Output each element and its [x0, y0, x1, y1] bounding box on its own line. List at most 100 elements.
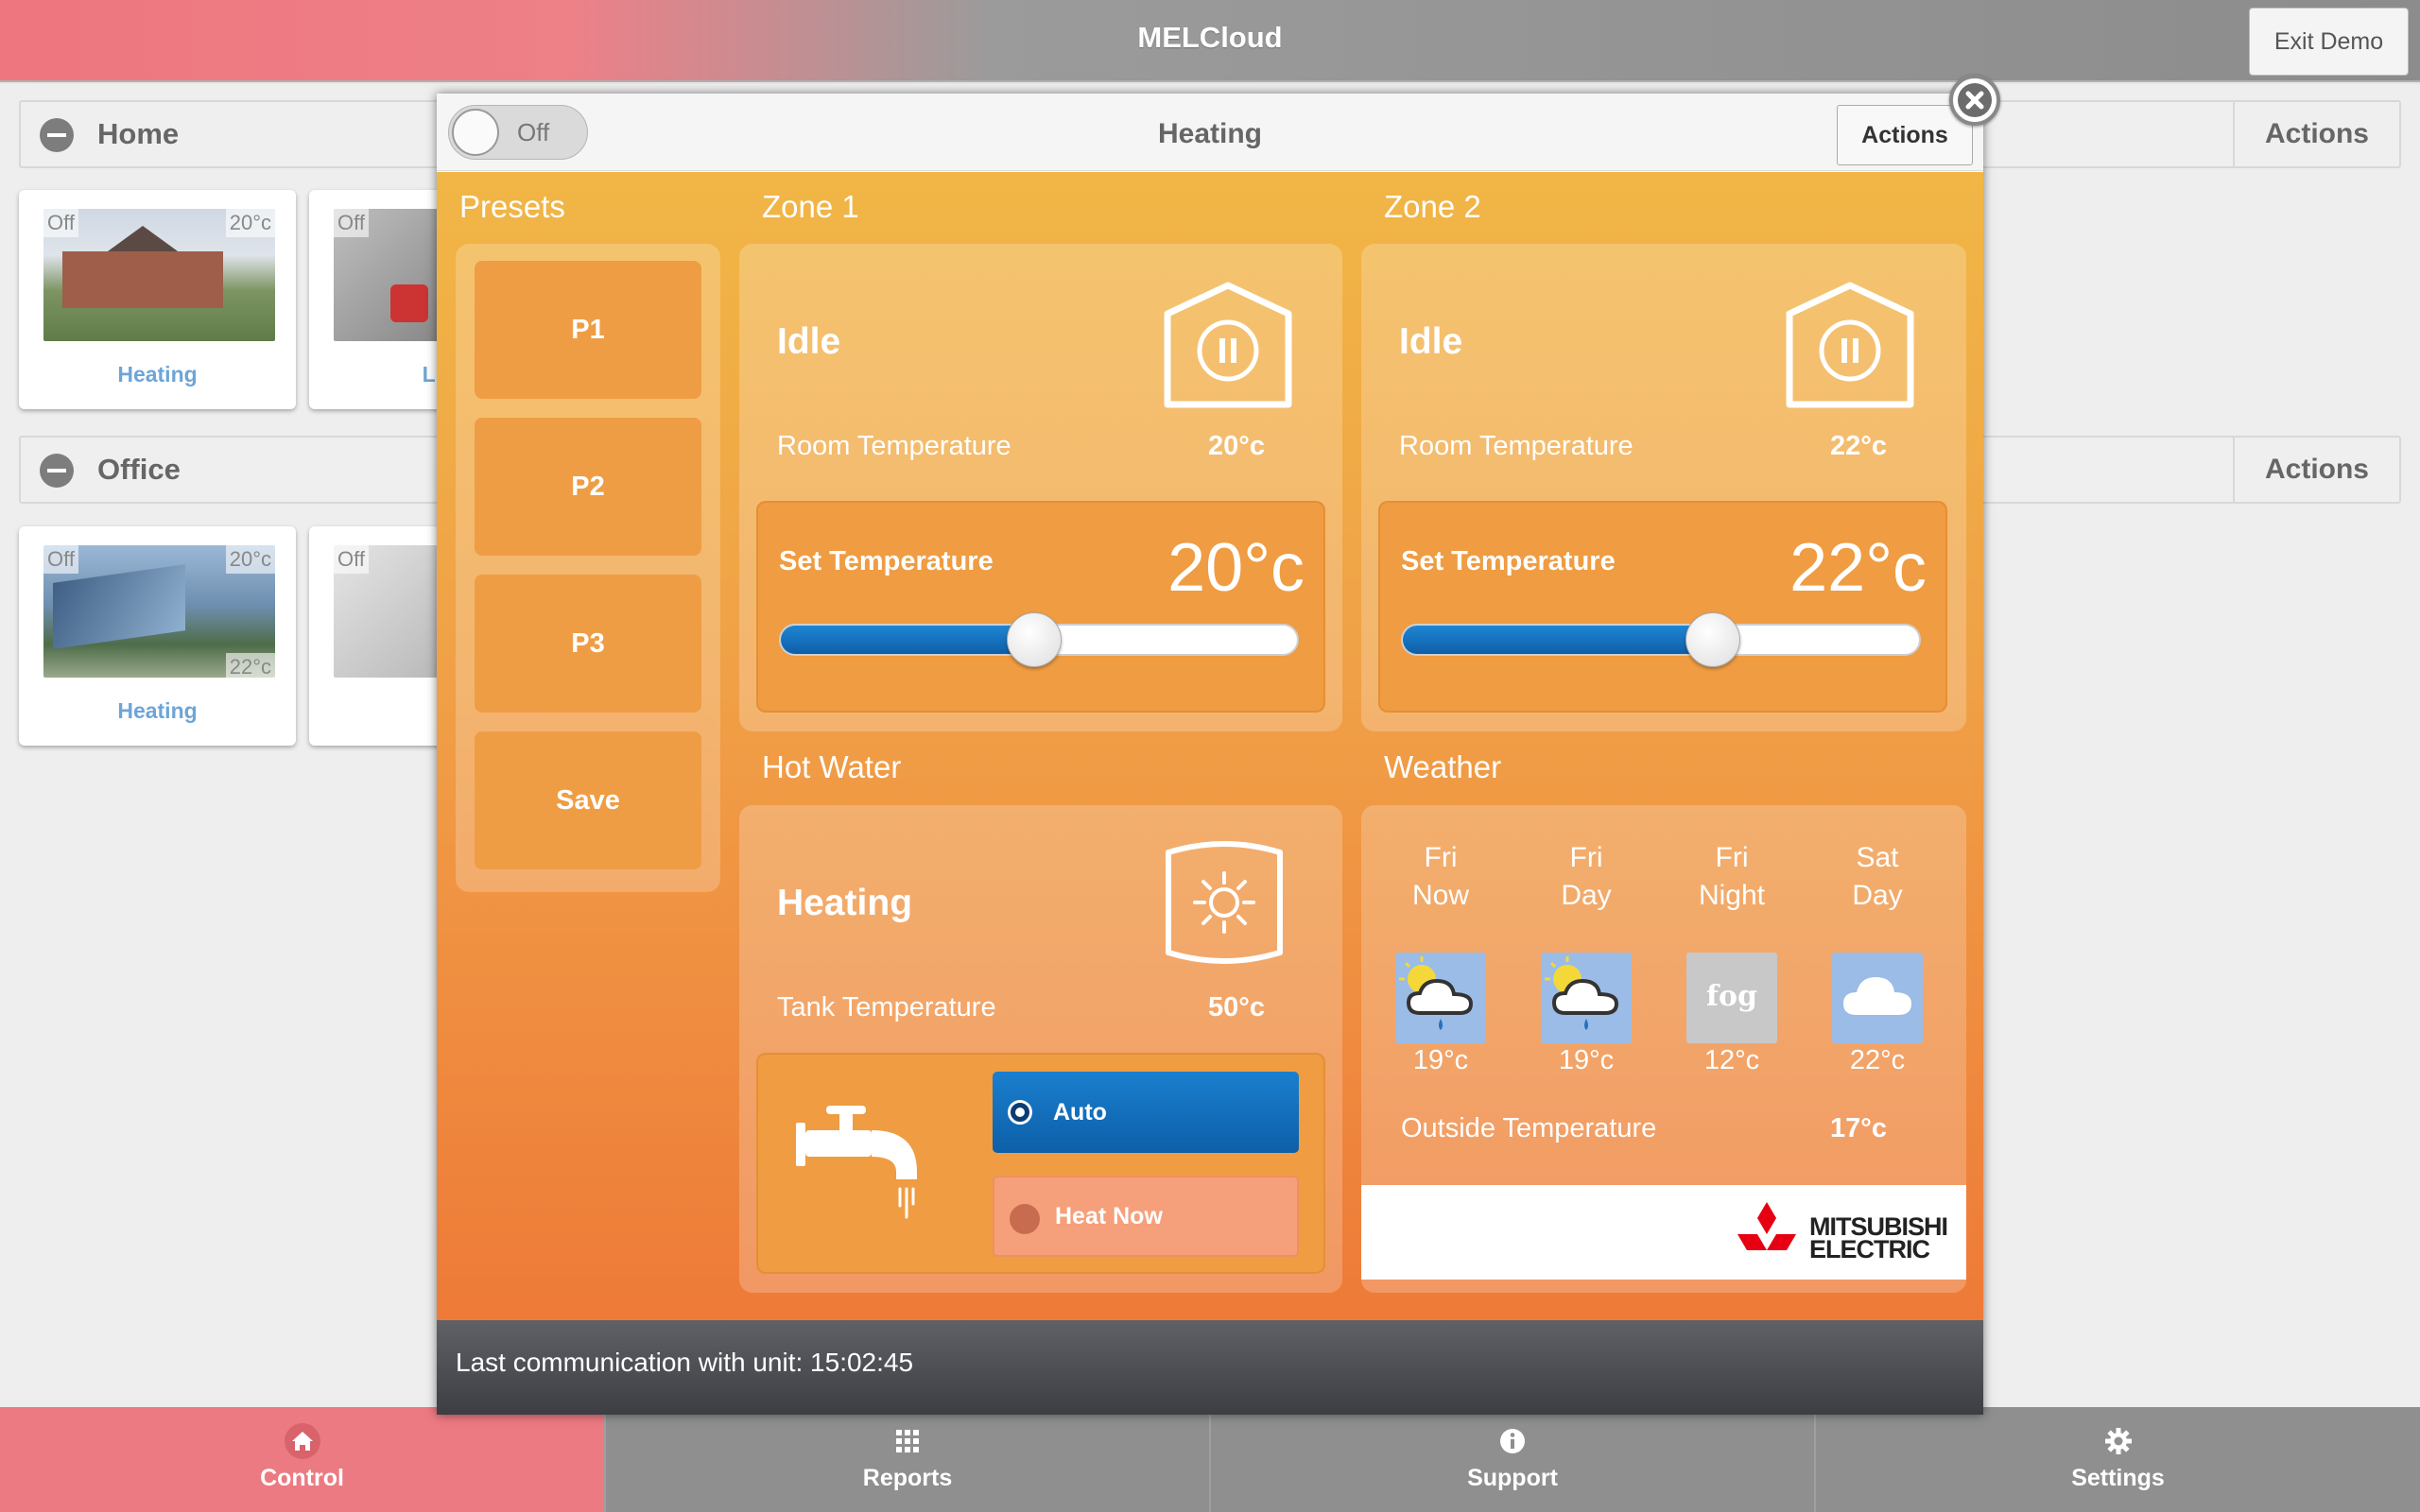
unit-status: Off [43, 209, 78, 237]
forecast-temp: 22°c [1849, 1045, 1906, 1075]
preset-save-button[interactable]: Save [475, 731, 701, 869]
home-icon [284, 1423, 320, 1459]
forecast-temp: 19°c [1412, 1045, 1469, 1075]
house-pause-icon [1164, 282, 1292, 408]
zone1-set-box: Set Temperature 20°c [756, 501, 1325, 713]
outside-temp-label: Outside Temperature [1401, 1113, 1657, 1143]
heat-now-button[interactable]: Heat Now [993, 1176, 1299, 1257]
grid-icon [896, 1430, 919, 1452]
app-header: MELCloud Exit Demo [0, 0, 2420, 82]
collapse-icon[interactable] [40, 454, 74, 488]
hot-water-panel: Heating Tank Temperature 50°c Auto Heat … [739, 805, 1342, 1293]
forecast-day: Fri Night [1698, 842, 1766, 911]
nav-reports[interactable]: Reports [606, 1407, 1211, 1512]
faucet-icon [796, 1106, 917, 1219]
weather-heading: Weather [1384, 749, 1502, 784]
zone1-status: Idle [777, 321, 841, 362]
fog-icon: fog [1686, 953, 1777, 1043]
bottom-nav: Control Reports Support Settings [0, 1407, 2420, 1512]
zone2-slider-track[interactable] [1401, 624, 1921, 656]
info-icon [1500, 1429, 1525, 1453]
zone1-room-temp-label: Room Temperature [777, 431, 1011, 461]
zone1-set-label: Set Temperature [779, 546, 994, 576]
group-actions-button[interactable]: Actions [2233, 102, 2399, 166]
cloud-icon [1832, 953, 1923, 1043]
brand-name: MITSUBISHI ELECTRIC [1809, 1212, 1948, 1263]
weather-panel: Fri Now Fri Day Fri Night Sat Day fog 19°c 1… [1361, 805, 1966, 1293]
presets-heading: Presets [459, 189, 565, 224]
dialog-title: Heating [1157, 118, 1262, 149]
dialog-footer: Last communication with unit: 15:02:45 [437, 1320, 1983, 1415]
preset-p3-button[interactable]: P3 [475, 575, 701, 713]
forecast-temp: 12°c [1703, 1045, 1760, 1075]
zone1-room-temp-value: 20°c [1208, 431, 1265, 461]
unit-tile[interactable]: Off 20°c Heating [19, 190, 296, 409]
zone2-set-box: Set Temperature 22°c [1378, 501, 1947, 713]
hot-water-mode-box: Auto Heat Now [756, 1053, 1325, 1274]
dialog-body: Presets P1 P2 P3 Save Zone 1 Idle Room T… [437, 172, 1983, 1320]
unit-status: Off [334, 209, 369, 237]
preset-p2-button[interactable]: P2 [475, 418, 701, 556]
tank-temp-value: 50°c [1208, 992, 1265, 1022]
forecast-day: Fri Now [1411, 842, 1469, 911]
nav-label: Control [260, 1465, 344, 1491]
nav-label: Reports [862, 1465, 953, 1491]
tank-sun-icon [1166, 841, 1283, 964]
radio-selected-icon [1008, 1100, 1032, 1125]
zone2-slider-thumb[interactable] [1685, 612, 1740, 667]
unit-status: Off [334, 545, 369, 574]
nav-control[interactable]: Control [0, 1407, 606, 1512]
unit-label: Heating [117, 362, 198, 387]
house-pause-icon [1786, 282, 1914, 408]
forecast-day: Sat Day [1852, 842, 1903, 911]
sun-cloud-rain-icon [1395, 953, 1486, 1043]
brand-strip: MITSUBISHI ELECTRIC [1361, 1185, 1966, 1280]
hot-water-status: Heating [777, 883, 913, 923]
presets-panel: P1 P2 P3 Save [456, 244, 720, 892]
nav-settings[interactable]: Settings [1816, 1407, 2420, 1512]
forecast-temp: 19°c [1558, 1045, 1615, 1075]
heat-now-label: Heat Now [1055, 1203, 1163, 1229]
nav-label: Settings [2071, 1465, 2165, 1491]
zone2-room-temp-value: 22°c [1830, 431, 1887, 461]
zone1-panel: Idle Room Temperature 20°c Set Temperatu… [739, 244, 1342, 731]
close-dialog-button[interactable] [1949, 75, 2000, 126]
heating-dialog: Off Heating Actions Presets P1 P2 P3 Sav… [437, 75, 2000, 1415]
auto-mode-button[interactable]: Auto [993, 1072, 1299, 1153]
nav-label: Support [1467, 1465, 1558, 1491]
zone2-heading: Zone 2 [1384, 189, 1481, 224]
sun-cloud-rain-icon [1541, 953, 1632, 1043]
close-icon [1958, 83, 1992, 117]
zone2-set-value: 22°c [1789, 530, 1927, 606]
group-name: Home [97, 117, 180, 150]
group-name: Office [97, 453, 181, 486]
preset-p1-button[interactable]: P1 [475, 261, 701, 399]
unit-status: Off [43, 545, 78, 574]
zone1-heading: Zone 1 [762, 189, 859, 224]
zone2-status: Idle [1399, 321, 1463, 362]
nav-support[interactable]: Support [1211, 1407, 1816, 1512]
gear-icon [2104, 1428, 2132, 1454]
group-actions-button[interactable]: Actions [2233, 438, 2399, 502]
auto-mode-label: Auto [1053, 1099, 1107, 1125]
dialog-header: Off Heating Actions [437, 94, 1983, 171]
radio-unselected-icon [1010, 1204, 1040, 1234]
zone2-panel: Idle Room Temperature 22°c Set Temperatu… [1361, 244, 1966, 731]
zone2-set-label: Set Temperature [1401, 546, 1616, 576]
hot-water-heading: Hot Water [762, 749, 902, 784]
collapse-icon[interactable] [40, 118, 74, 152]
unit-label: Heating [117, 698, 198, 723]
slider-fill [781, 626, 1036, 654]
zone1-set-value: 20°c [1167, 530, 1305, 606]
unit-temperature: 20°c [225, 545, 275, 574]
zone1-slider-thumb[interactable] [1006, 612, 1062, 667]
app-title: MELCloud [1137, 21, 1283, 54]
mitsubishi-logo [1737, 1202, 1796, 1250]
forecast-day: Fri Day [1561, 842, 1612, 911]
zone2-room-temp-label: Room Temperature [1399, 431, 1634, 461]
tank-temp-label: Tank Temperature [777, 992, 996, 1022]
unit-temperature: 20°c [225, 209, 275, 237]
outside-temp-value: 17°c [1830, 1113, 1887, 1143]
unit-tile[interactable]: Off 20°c 22°c Heating [19, 526, 296, 746]
exit-demo-button[interactable]: Exit Demo [2249, 8, 2409, 76]
